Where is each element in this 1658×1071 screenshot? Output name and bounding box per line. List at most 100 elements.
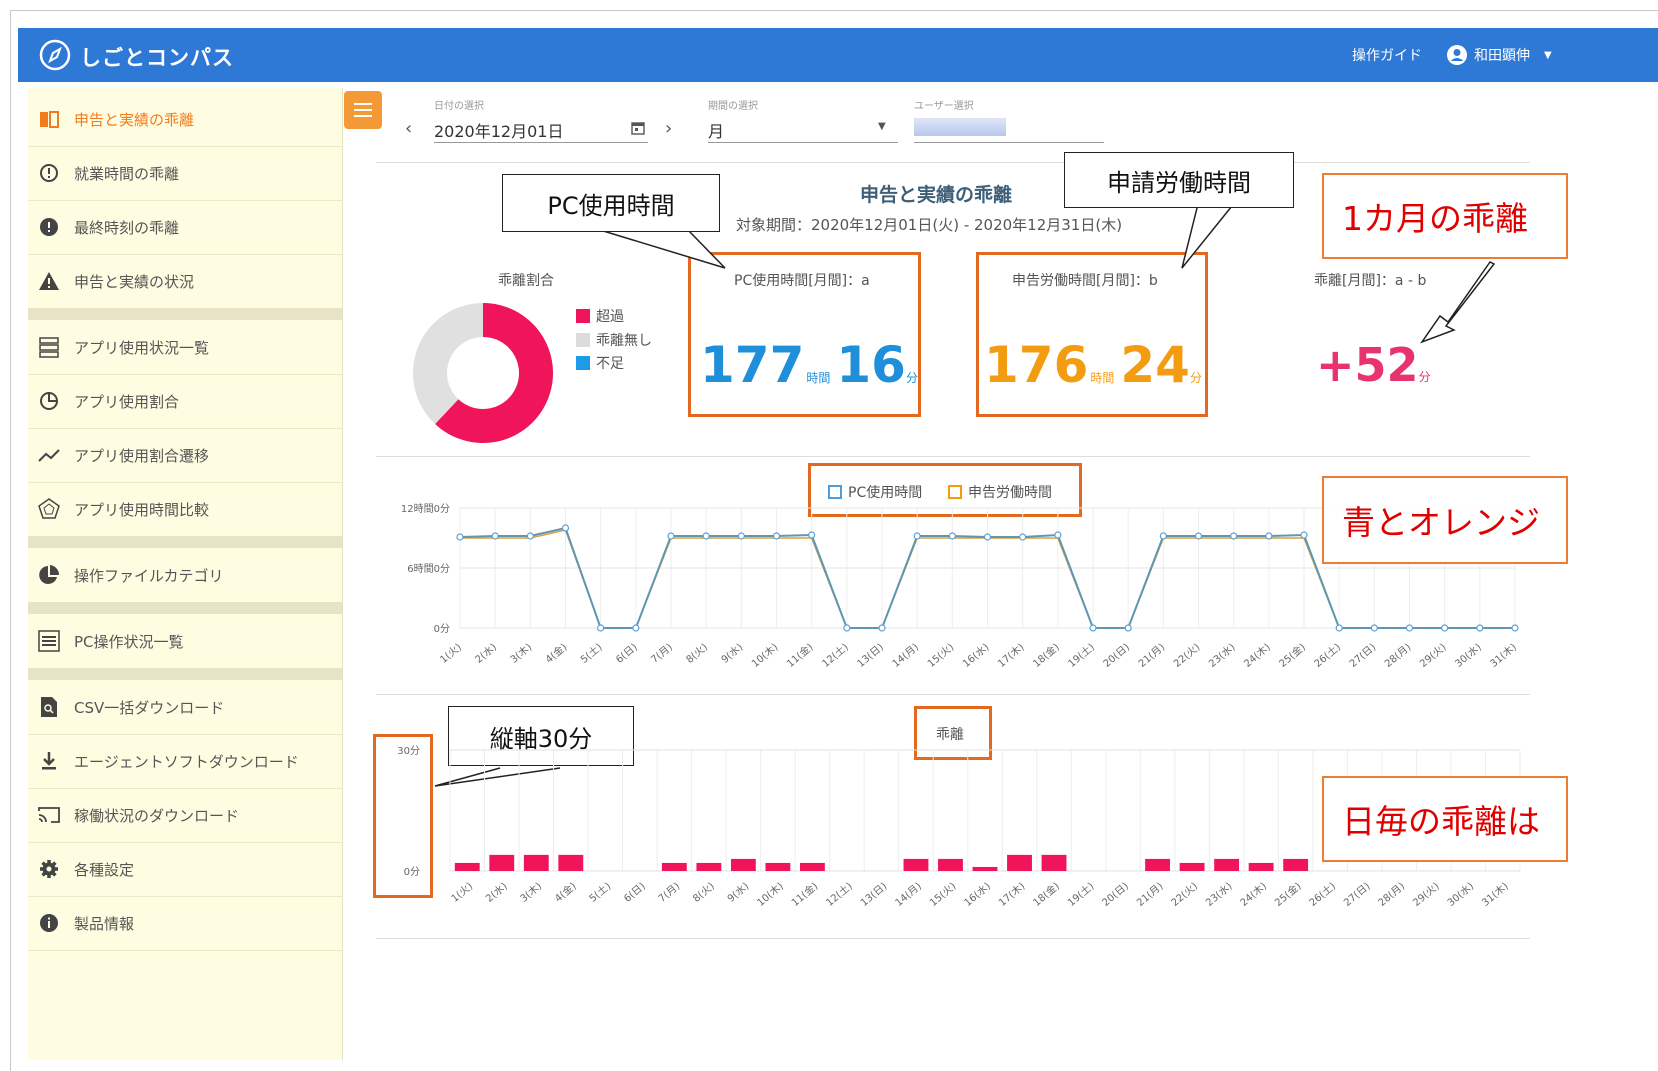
sidebar-item-app-ratio-trend[interactable]: アプリ使用割合遷移 <box>28 428 342 483</box>
x-tick-label: 8(火) <box>684 641 710 666</box>
pie-filled-icon <box>36 565 62 585</box>
x-tick-label: 23(水) <box>1203 880 1234 909</box>
sidebar-item-last-time[interactable]: 最終時刻の乖離 <box>28 200 342 255</box>
ratio-title: 乖離割合 <box>498 273 554 289</box>
x-tick-label: 7(月) <box>649 641 675 666</box>
x-tick-label: 29(火) <box>1411 880 1442 909</box>
x-tick-label: 6(日) <box>614 642 640 666</box>
guide-link[interactable]: 操作ガイド <box>1352 45 1422 65</box>
legend-swatch <box>576 356 590 370</box>
sidebar-item-divergence[interactable]: 申告と実績の乖離 <box>28 92 342 147</box>
x-tick-label: 5(土) <box>586 879 613 905</box>
x-tick-label: 30(水) <box>1453 641 1484 670</box>
diff-number: +52 <box>1316 338 1419 392</box>
calendar-icon[interactable] <box>631 121 645 135</box>
sidebar-item-app-usage[interactable]: アプリ使用状況一覧 <box>28 320 342 375</box>
summary-title: 申告と実績の乖離 <box>860 184 1013 206</box>
sidebar-item-label: アプリ使用割合 <box>74 392 180 411</box>
x-tick-label: 17(木) <box>995 641 1026 670</box>
x-tick-label: 28(月) <box>1382 641 1413 670</box>
x-tick-label: 10(木) <box>749 641 780 670</box>
sidebar-item-label: 就業時間の乖離 <box>74 164 180 183</box>
user-select[interactable] <box>914 118 1006 136</box>
x-tick-label: 4(金) <box>543 640 570 666</box>
prev-date-button[interactable]: ‹ <box>405 118 412 139</box>
bar <box>558 854 584 871</box>
x-tick-label: 3(木) <box>508 641 534 666</box>
x-tick-label: 9(水) <box>725 880 751 905</box>
legend-none: 乖離無し <box>576 330 652 350</box>
bar <box>1041 854 1067 871</box>
report-time-highlight <box>976 252 1208 417</box>
bar <box>730 858 756 871</box>
bar <box>1179 862 1205 871</box>
data-point <box>1019 533 1027 541</box>
sidebar-item-app-time-compare[interactable]: アプリ使用時間比較 <box>28 482 342 537</box>
sidebar-item-label: 申告と実績の乖離 <box>74 110 195 129</box>
sidebar-item-label: PC操作状況一覧 <box>74 632 184 651</box>
data-point <box>1089 624 1097 632</box>
data-point <box>913 532 921 540</box>
annotation-daily: 日毎の乖離は <box>1322 776 1568 862</box>
sidebar-item-label: 操作ファイルカテゴリ <box>74 566 224 585</box>
bar <box>903 858 929 871</box>
bar <box>523 854 549 871</box>
pc-time-highlight <box>688 252 921 417</box>
x-tick-label: 20(日) <box>1102 642 1133 670</box>
data-point <box>702 532 710 540</box>
x-tick-label: 25(金) <box>1272 879 1304 909</box>
bar <box>1145 858 1171 871</box>
sidebar-separator <box>28 602 342 614</box>
data-point <box>1370 624 1378 632</box>
legend-short: 不足 <box>576 353 624 373</box>
sidebar-item-product-info[interactable]: 製品情報 <box>28 896 342 951</box>
data-point <box>1476 624 1484 632</box>
x-tick-label: 14(月) <box>893 880 924 909</box>
data-point <box>526 532 534 540</box>
next-date-button[interactable]: › <box>665 118 672 139</box>
sidebar-item-status[interactable]: 申告と実績の状況 <box>28 254 342 309</box>
list-lines-icon <box>36 630 62 652</box>
x-tick-label: 19(土) <box>1065 640 1097 670</box>
data-point <box>1511 624 1519 632</box>
x-tick-label: 8(火) <box>691 880 717 905</box>
callout-pc-time: PC使用時間 <box>502 174 720 232</box>
sidebar-item-activity-download[interactable]: 稼働状況のダウンロード <box>28 788 342 843</box>
sidebar-item-work-hours[interactable]: 就業時間の乖離 <box>28 146 342 201</box>
app-title[interactable]: しごとコンパス <box>80 42 234 72</box>
user-underline <box>914 142 1104 143</box>
user-menu[interactable]: 和田顕伸 ▼ <box>1446 40 1552 70</box>
sidebar-item-label: 製品情報 <box>74 914 135 933</box>
caret-down-icon[interactable]: ▼ <box>878 121 886 132</box>
date-field[interactable]: 2020年12月01日 <box>434 118 563 142</box>
y-tick-label: 0分 <box>434 623 450 635</box>
sidebar-item-settings[interactable]: 各種設定 <box>28 842 342 897</box>
data-point <box>597 624 605 632</box>
download-icon <box>36 751 62 771</box>
x-tick-label: 16(水) <box>960 641 991 670</box>
x-tick-label: 26(土) <box>1306 879 1338 909</box>
sidebar-item-csv-download[interactable]: CSV一括ダウンロード <box>28 680 342 735</box>
data-point <box>491 532 499 540</box>
cast-icon <box>36 806 62 824</box>
x-tick-label: 15(火) <box>927 880 958 909</box>
data-point <box>561 524 570 532</box>
sidebar-item-app-ratio[interactable]: アプリ使用割合 <box>28 374 342 429</box>
sidebar-item-label: 各種設定 <box>74 860 135 879</box>
data-point <box>808 531 816 539</box>
x-tick-label: 19(土) <box>1065 879 1097 909</box>
sidebar-item-file-category[interactable]: 操作ファイルカテゴリ <box>28 548 342 603</box>
x-tick-label: 21(月) <box>1136 641 1167 670</box>
sidebar-item-agent-download[interactable]: エージェントソフトダウンロード <box>28 734 342 789</box>
data-point <box>1265 532 1273 540</box>
period-select[interactable]: 月 <box>708 118 724 142</box>
x-tick-label: 11(金) <box>789 879 821 909</box>
alert-circle-outline-icon <box>36 163 62 183</box>
sidebar-item-label: アプリ使用状況一覧 <box>74 338 210 357</box>
y-tick-label: 6時間0分 <box>407 563 450 575</box>
data-point <box>983 533 992 541</box>
divergence-donut-chart <box>413 303 553 443</box>
x-tick-label: 1(火) <box>449 880 475 905</box>
sidebar-item-pc-operations[interactable]: PC操作状況一覧 <box>28 614 342 669</box>
menu-toggle-button[interactable] <box>344 91 382 129</box>
